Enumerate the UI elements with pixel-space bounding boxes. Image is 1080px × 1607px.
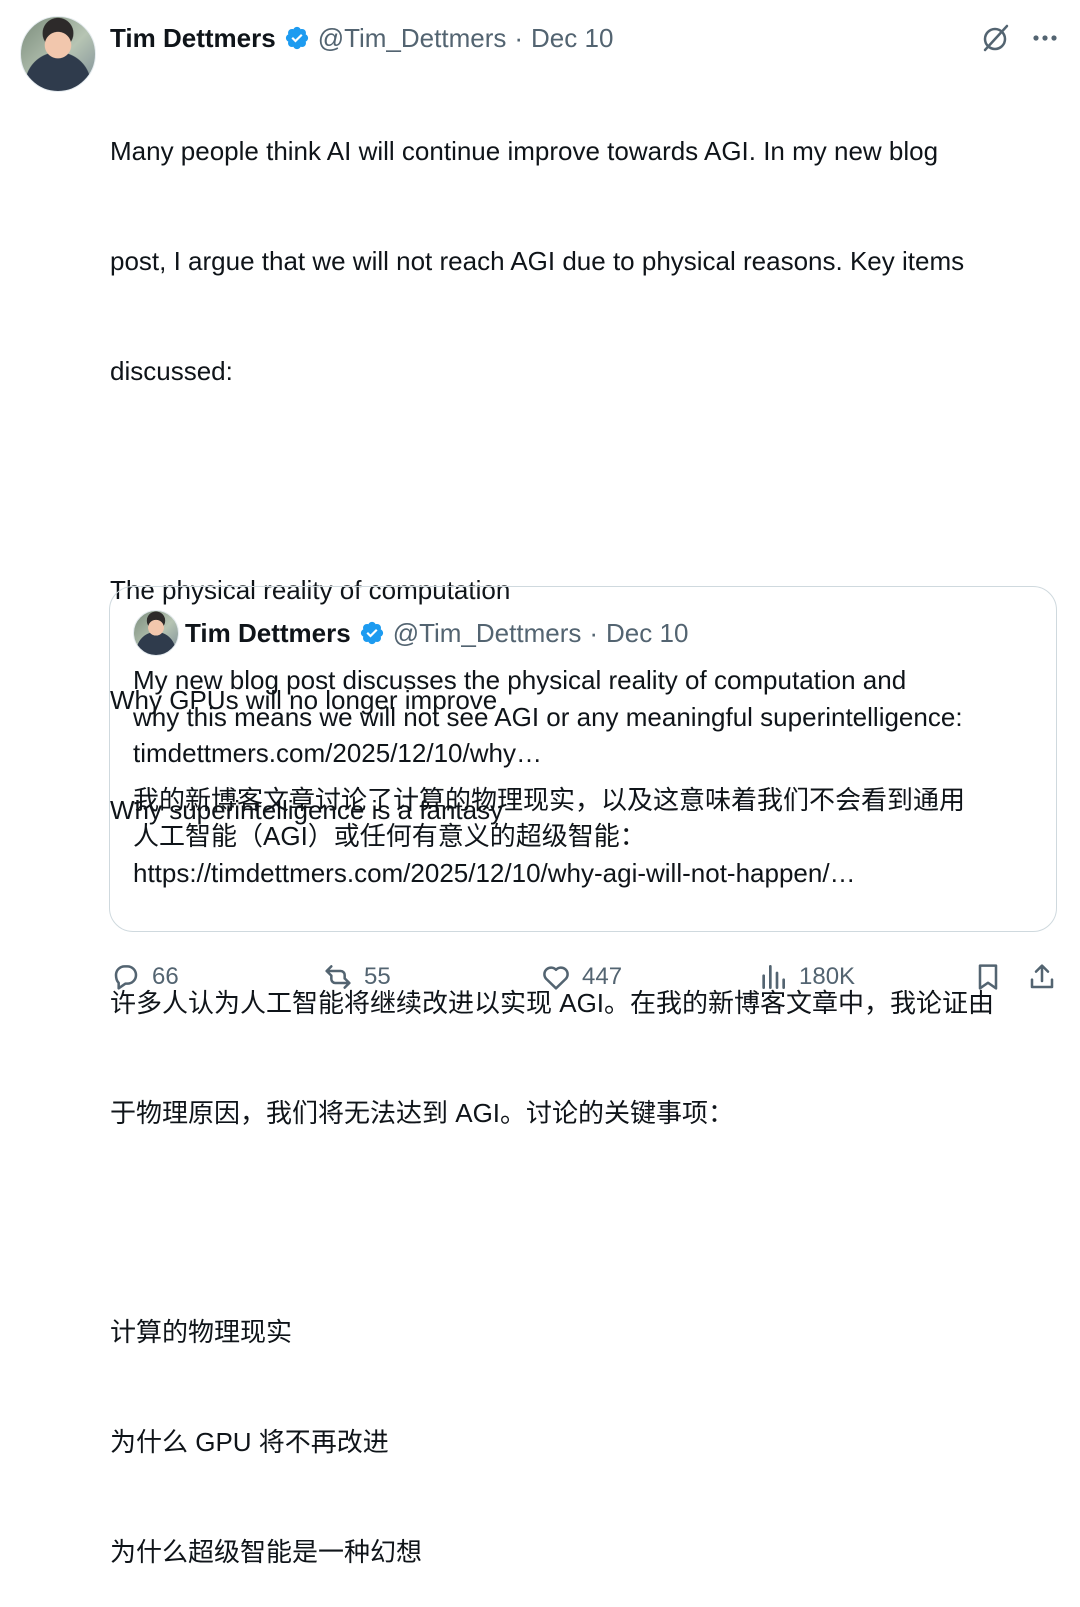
- reply-icon: [114, 965, 138, 990]
- more-dots-icon[interactable]: [1030, 23, 1060, 53]
- quoted-avatar[interactable]: [133, 610, 179, 656]
- quoted-author-handle[interactable]: @Tim_Dettmers: [393, 618, 582, 649]
- tweet-top-actions: [978, 18, 1060, 58]
- heart-icon: [543, 966, 569, 990]
- author-handle[interactable]: @Tim_Dettmers: [318, 23, 507, 54]
- bookmark-icon[interactable]: [972, 961, 1004, 993]
- tweet-list-item-zh: 计算的物理现实: [110, 1317, 293, 1348]
- separator-dot: ·: [514, 22, 524, 53]
- verified-badge-icon[interactable]: [359, 620, 385, 646]
- reply-count: 66: [152, 963, 179, 990]
- quoted-line: My new blog post discusses the physical …: [133, 665, 907, 695]
- views-button[interactable]: 180K: [757, 961, 855, 993]
- tweet-list-item-zh: 为什么超级智能是一种幻想: [110, 1536, 423, 1567]
- tweet-header: Tim Dettmers @Tim_Dettmers · Dec 10: [110, 18, 613, 58]
- quoted-line: why this means we will not see AGI or an…: [133, 701, 963, 732]
- quoted-line-zh: 人工智能（AGI）或任何有意义的超级智能：: [133, 821, 646, 852]
- quoted-link[interactable]: timdettmers.com/2025/12/10/why…: [133, 735, 1043, 772]
- tweet-line: post, I argue that we will not reach AGI…: [110, 245, 965, 276]
- repost-count: 55: [364, 963, 391, 990]
- like-count: 447: [582, 963, 623, 990]
- action-bar: 66 55 447 180K: [110, 955, 1060, 999]
- like-button[interactable]: 447: [540, 961, 622, 993]
- share-icon[interactable]: [1026, 961, 1058, 993]
- tweet-line: discussed:: [110, 355, 233, 386]
- tweet-line: Many people think AI will continue impro…: [110, 136, 939, 167]
- repost-button[interactable]: 55: [322, 961, 391, 993]
- views-count: 180K: [799, 963, 856, 990]
- avatar[interactable]: [20, 16, 96, 92]
- quoted-link-zh[interactable]: https://timdettmers.com/2025/12/10/why-a…: [133, 855, 1043, 892]
- quoted-post-date[interactable]: Dec 10: [606, 618, 688, 649]
- quoted-author-name[interactable]: Tim Dettmers: [185, 618, 351, 649]
- tweet-line-zh: 于物理原因，我们将无法达到 AGI。讨论的关键事项：: [110, 1097, 735, 1128]
- quoted-tweet-header: Tim Dettmers @Tim_Dettmers · Dec 10: [185, 614, 688, 652]
- views-chart-icon: [762, 965, 785, 989]
- separator-dot: ·: [589, 617, 599, 648]
- post-date[interactable]: Dec 10: [531, 23, 613, 54]
- author-name[interactable]: Tim Dettmers: [110, 23, 276, 54]
- tweet-list-item-zh: 为什么 GPU 将不再改进: [110, 1426, 389, 1457]
- grok-icon[interactable]: [978, 21, 1012, 55]
- quoted-line-zh: 我的新博客文章讨论了计算的物理现实，以及这意味着我们不会看到通用: [133, 784, 966, 815]
- quoted-tweet-body: My new blog post discusses the physical …: [133, 662, 1043, 892]
- reply-button[interactable]: 66: [110, 961, 179, 993]
- verified-badge-icon[interactable]: [284, 25, 310, 51]
- repost-icon: [325, 965, 351, 989]
